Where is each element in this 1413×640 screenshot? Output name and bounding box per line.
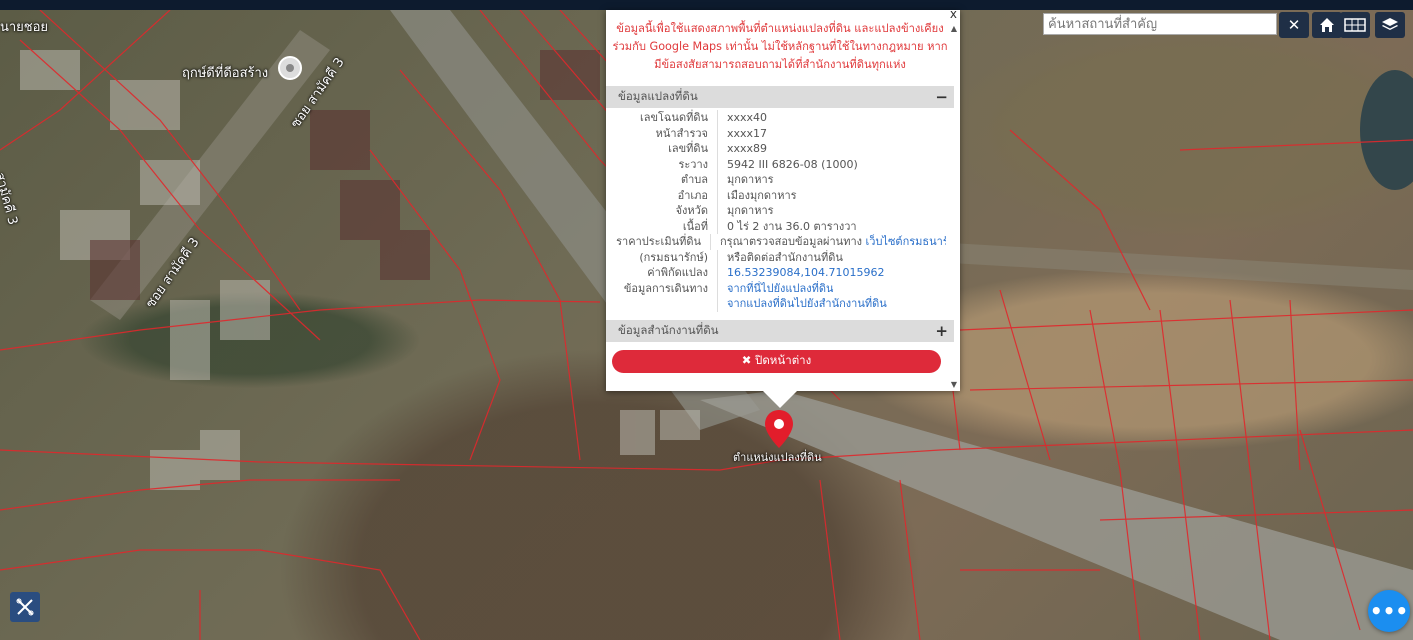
row-district: อำเภอ เมืองมุกดาหาร [606,187,946,203]
home-icon [1320,18,1334,32]
row-label: เนื้อที่ [606,218,718,234]
row-value: จากแปลงที่ดินไปยังสำนักงานที่ดิน [718,296,887,312]
more-icon: ••• [1369,599,1409,623]
directions-to-parcel-link[interactable]: จากที่นี่ไปยังแปลงที่ดิน [727,282,833,295]
pin-label: ตำแหน่งแปลงที่ดิน [733,451,822,464]
row-label: ตำบล [606,172,718,188]
row-label: อำเภอ [606,187,718,203]
section-office-info[interactable]: ข้อมูลสำนักงานที่ดิน + [606,319,954,342]
home-button[interactable] [1312,12,1342,38]
row-label: ระวาง [606,156,718,172]
row-value: 0 ไร่ 2 งาน 36.0 ตารางวา [727,219,857,233]
collapse-icon[interactable]: − [935,88,948,106]
row-value: 5942 III 6826-08 (1000) [727,157,858,171]
expand-icon[interactable]: + [935,322,948,340]
row-value: มุกดาหาร [727,173,774,186]
row-area: เนื้อที่ 0 ไร่ 2 งาน 36.0 ตารางวา [606,218,946,234]
disclaimer-text: ข้อมูลนี้เพื่อใช้แสดงสภาพพื้นที่ตำแหน่งแ… [612,22,948,71]
scroll-down-icon[interactable]: ▼ [951,380,957,389]
row-label: หน้าสำรวจ [606,125,718,141]
row-value: หรือติดต่อสำนักงานที่ดิน [727,250,843,264]
row-value: มุกดาหาร [727,204,774,217]
row-value: xxxx17 [727,126,768,140]
row-label: (กรมธนารักษ์) [606,249,718,265]
coords-link[interactable]: 16.53239084,104.71015962 [727,266,884,279]
clear-search-button[interactable]: ✕ [1279,12,1309,38]
row-map-sheet: ระวาง 5942 III 6826-08 (1000) [606,156,946,172]
row-value: xxxx40 [727,111,768,124]
layers-button[interactable] [1375,12,1405,38]
row-deed: เลขโฉนดที่ดิน xxxx40 [606,110,946,126]
row-label: เลขที่ดิน [606,141,718,157]
land-info-popup: x ▲ ข้อมูลนี้เพื่อใช้แสดงสภาพพื้นที่ตำแห… [606,7,960,391]
grid-icon [1344,18,1366,32]
section-title: ข้อมูลแปลงที่ดิน [618,89,698,103]
row-province: จังหวัด มุกดาหาร [606,203,946,219]
grid-button[interactable] [1340,12,1370,38]
more-button[interactable]: ••• [1368,590,1410,632]
section-land-info[interactable]: ข้อมูลแปลงที่ดิน − [606,86,954,108]
row-value: กรุณาตรวจสอบข้อมูลผ่านทาง เว็บไซต์กรมธนา… [711,234,946,250]
row-label-empty [606,296,718,312]
row-travel-2: จากแปลงที่ดินไปยังสำนักงานที่ดิน [606,296,946,312]
close-icon: ✕ [1287,16,1301,34]
popup-close-icon[interactable]: x [950,7,957,21]
row-value: จากที่นี่ไปยังแปลงที่ดิน [718,281,833,297]
row-value: xxxx89 [727,142,768,155]
row-label: ข้อมูลการเดินทาง [606,280,718,296]
top-bar [0,0,1413,10]
row-label: จังหวัด [606,203,718,219]
directions-to-office-link[interactable]: จากแปลงที่ดินไปยังสำนักงานที่ดิน [727,297,887,310]
row-coords: ค่าพิกัดแปลง 16.53239084,104.71015962 [606,265,946,281]
land-info-table: เลขโฉนดที่ดิน xxxx40 หน้าสำรวจ xxxx17 เลขท… [606,110,946,312]
row-value: เมืองมุกดาหาร [727,188,797,202]
row-price-2: (กรมธนารักษ์) หรือติดต่อสำนักงานที่ดิน [606,249,946,265]
row-value: 16.53239084,104.71015962 [718,265,884,281]
row-survey: หน้าสำรวจ xxxx17 [606,125,946,141]
tools-icon [16,598,34,616]
section-title: ข้อมูลสำนักงานที่ดิน [618,322,719,337]
row-label: ค่าพิกัดแปลง [606,265,718,281]
close-window-button[interactable]: ✖ ปิดหน้าต่าง [612,349,941,373]
layers-icon [1382,18,1398,30]
row-travel: ข้อมูลการเดินทาง จากที่นี่ไปยังแปลงที่ดิน [606,280,946,297]
scroll-up-icon[interactable]: ▲ [951,24,957,33]
map-pin-icon[interactable] [765,410,793,448]
row-label: เลขโฉนดที่ดิน [606,110,718,126]
price-text: กรุณาตรวจสอบข้อมูลผ่านทาง [720,235,863,248]
popup-pointer [762,390,798,408]
row-price: ราคาประเมินที่ดิน กรุณาตรวจสอบข้อมูลผ่านท… [606,234,946,250]
tools-button[interactable] [10,592,40,622]
map-label-top-left: นายชอย [0,20,49,35]
search-input[interactable] [1043,13,1277,35]
row-land-no: เลขที่ดิน xxxx89 [606,141,946,157]
row-label: ราคาประเมินที่ดิน [606,234,712,250]
map-label-place: ฤกษ์ดีที่ดีอสร้าง [182,66,269,81]
row-subdistrict: ตำบล มุกดาหาร [606,172,946,188]
treasury-website-link[interactable]: เว็บไซต์กรมธนารักษ์ [866,235,946,248]
